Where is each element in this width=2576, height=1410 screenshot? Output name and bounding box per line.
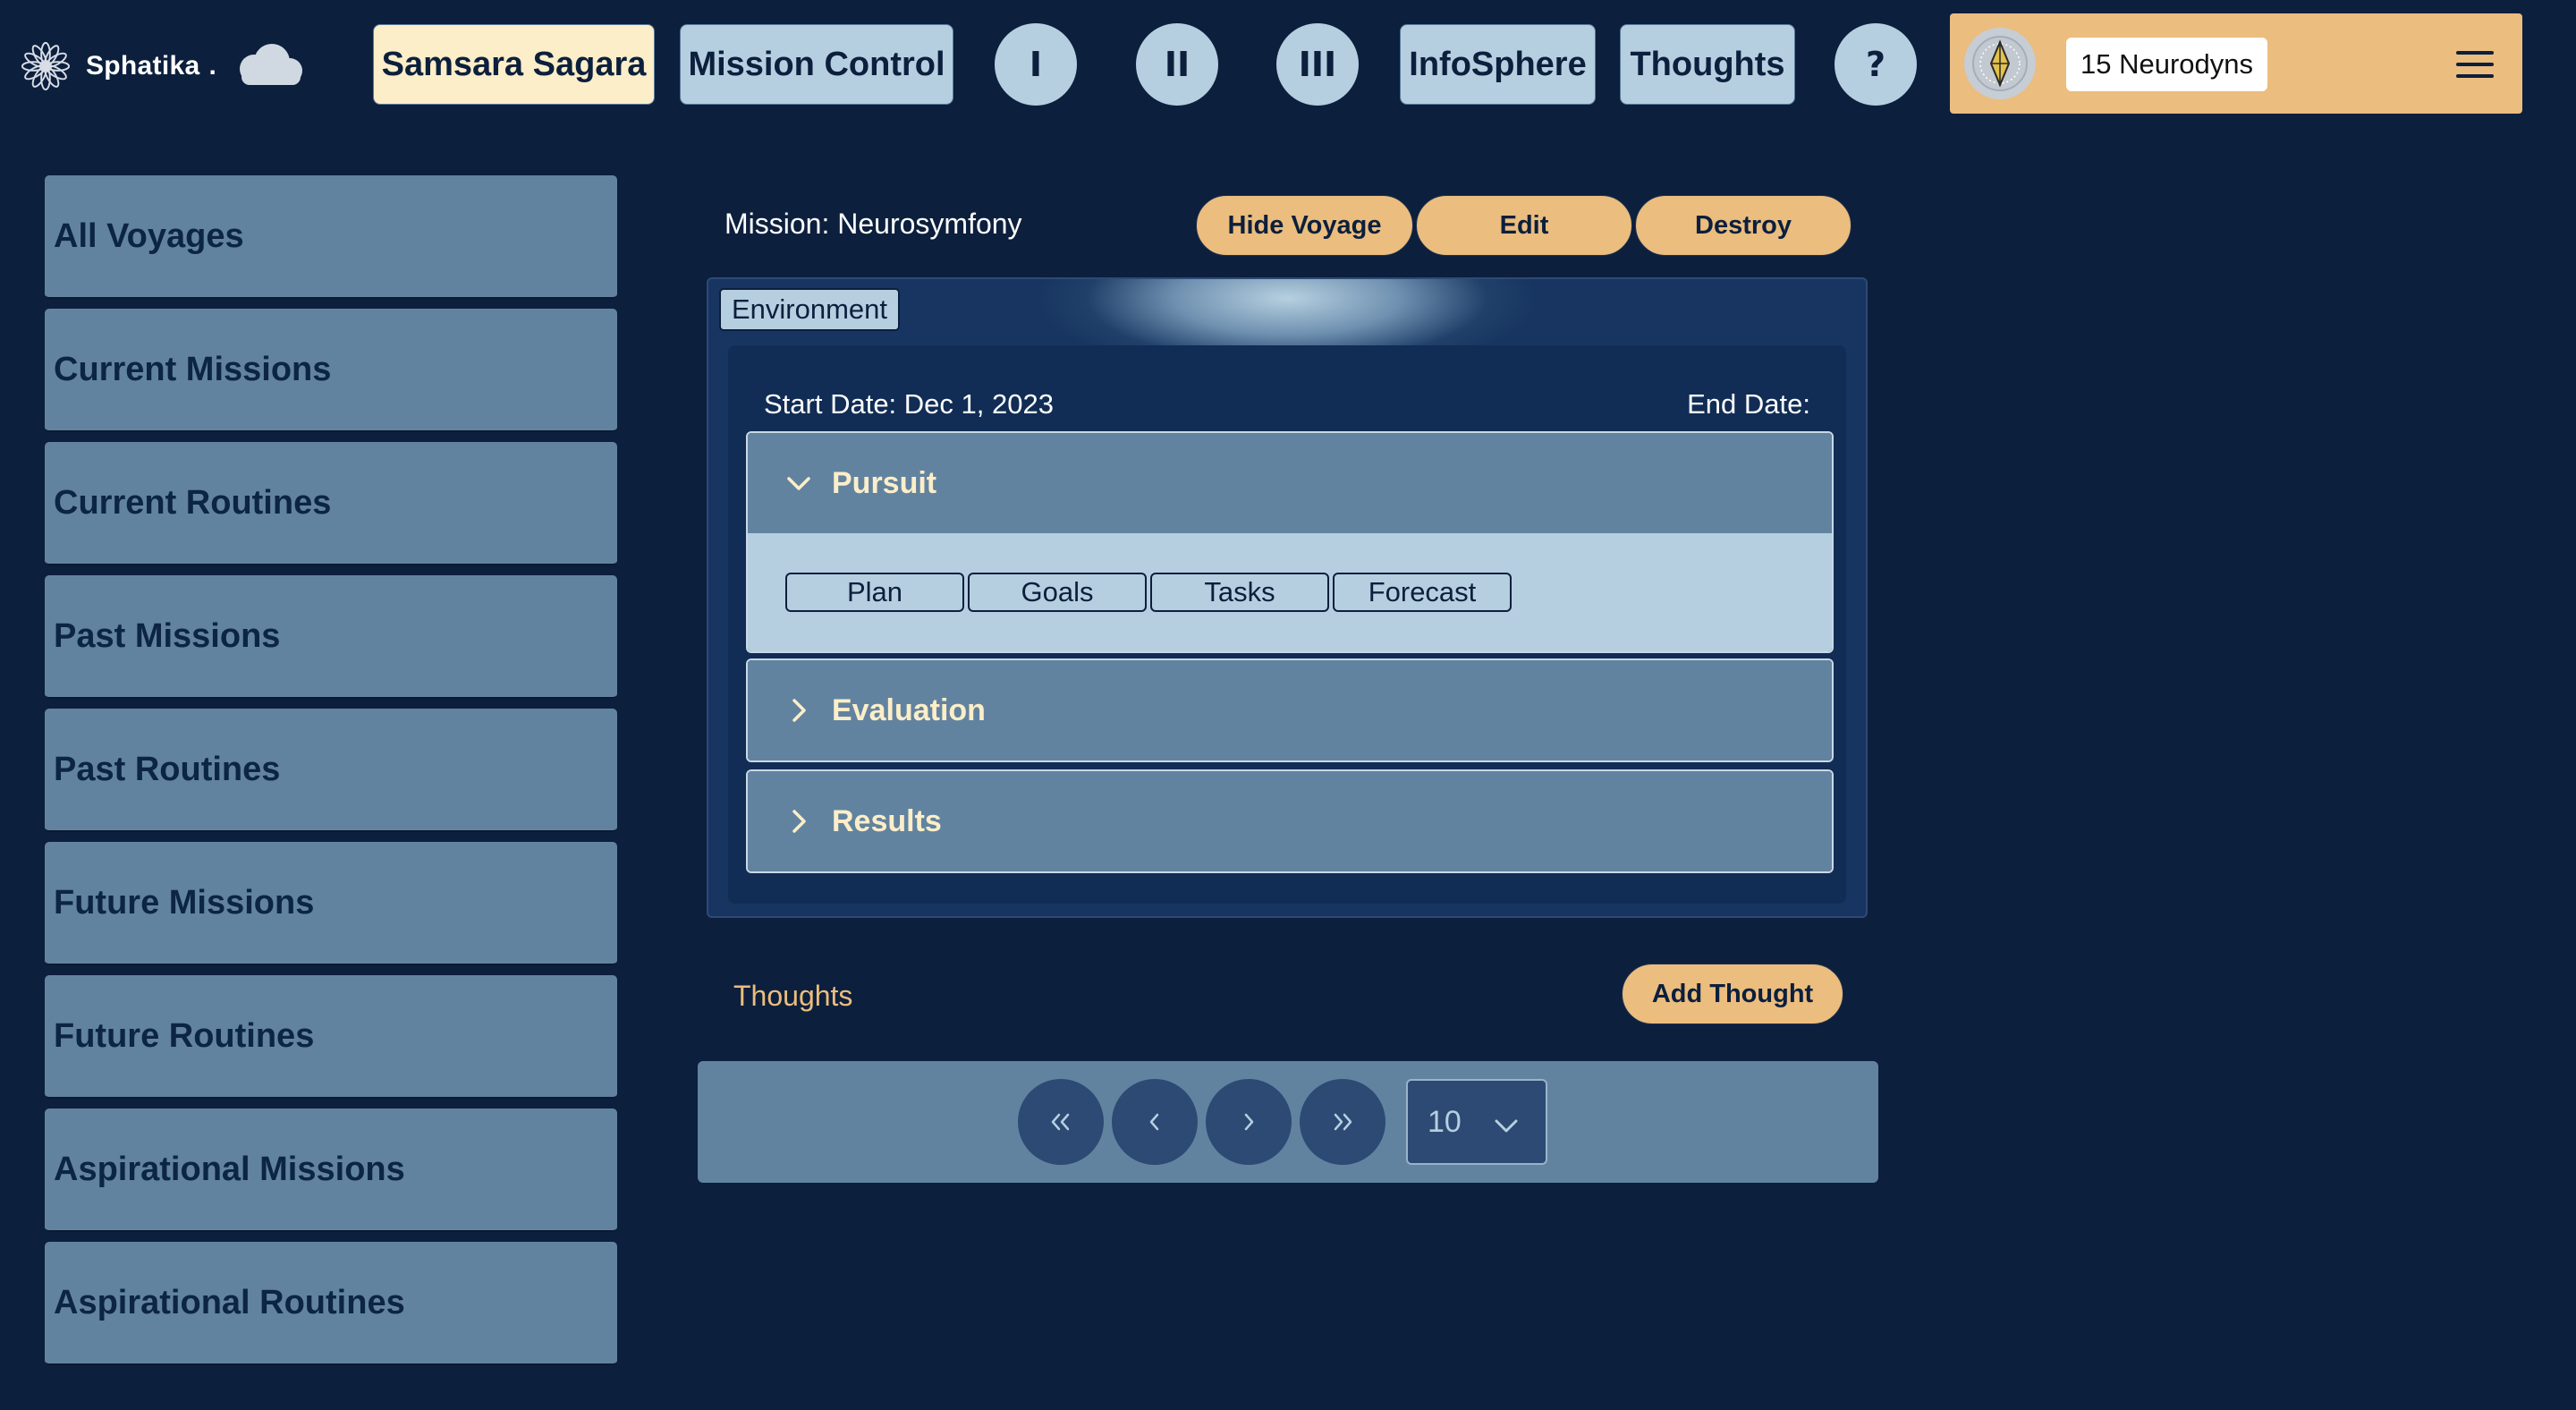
edit-button[interactable]: Edit xyxy=(1416,195,1632,256)
page-size-value: 10 xyxy=(1428,1104,1462,1139)
environment-tab[interactable]: Environment xyxy=(719,288,901,331)
last-page-button[interactable] xyxy=(1300,1079,1385,1165)
accordion-pursuit: Pursuit Plan Goals Tasks Forecast xyxy=(746,431,1834,653)
pagination-bar: 10 xyxy=(698,1061,1878,1183)
crystal-avatar-icon[interactable] xyxy=(1964,28,2036,99)
accordion-header-evaluation[interactable]: Evaluation xyxy=(748,660,1832,760)
nav-level-1[interactable]: I xyxy=(995,23,1077,106)
tab-forecast[interactable]: Forecast xyxy=(1333,573,1512,612)
lotus-flower-icon xyxy=(21,41,71,91)
start-date: Start Date: Dec 1, 2023 xyxy=(764,388,1054,420)
accordion-label-evaluation: Evaluation xyxy=(832,692,986,727)
accordion-results: Results xyxy=(746,769,1834,873)
chevron-right-icon xyxy=(792,810,806,833)
brand-name: Sphatika xyxy=(86,51,200,81)
tab-goals[interactable]: Goals xyxy=(968,573,1147,612)
chevron-right-icon xyxy=(792,699,806,722)
sidebar-item-all-voyages[interactable]: All Voyages xyxy=(45,175,617,299)
nav-level-2[interactable]: II xyxy=(1136,23,1218,106)
sidebar-item-future-missions[interactable]: Future Missions xyxy=(45,842,617,965)
neurodyn-balance: 15 Neurodyns xyxy=(2066,38,2268,91)
sidebar-item-current-routines[interactable]: Current Routines xyxy=(45,442,617,565)
add-thought-button[interactable]: Add Thought xyxy=(1622,964,1843,1024)
environment-content: Start Date: Dec 1, 2023 End Date: Pursui… xyxy=(728,345,1846,904)
double-chevron-right-icon xyxy=(1334,1113,1352,1131)
sidebar-item-current-missions[interactable]: Current Missions xyxy=(45,309,617,432)
tab-plan[interactable]: Plan xyxy=(785,573,964,612)
destroy-button[interactable]: Destroy xyxy=(1635,195,1852,256)
user-panel: 15 Neurodyns xyxy=(1950,13,2522,114)
nav-thoughts[interactable]: Thoughts xyxy=(1620,24,1795,105)
nav-mission-control[interactable]: Mission Control xyxy=(680,24,953,105)
accordion-header-results[interactable]: Results xyxy=(748,771,1832,871)
hamburger-menu-icon[interactable] xyxy=(2453,42,2497,87)
accordion-label-results: Results xyxy=(832,803,942,838)
sidebar-item-aspirational-missions[interactable]: Aspirational Missions xyxy=(45,1108,617,1232)
chevron-left-icon xyxy=(1149,1113,1159,1131)
nav-infosphere[interactable]: InfoSphere xyxy=(1400,24,1596,105)
accordion-label-pursuit: Pursuit xyxy=(832,465,937,500)
mission-title: Mission: Neurosymfony xyxy=(724,208,1022,240)
sidebar-item-future-routines[interactable]: Future Routines xyxy=(45,975,617,1099)
hide-voyage-button[interactable]: Hide Voyage xyxy=(1196,195,1413,256)
cloud-icon xyxy=(239,44,302,85)
sidebar-item-past-missions[interactable]: Past Missions xyxy=(45,575,617,699)
thoughts-heading: Thoughts xyxy=(733,980,853,1012)
tab-tasks[interactable]: Tasks xyxy=(1150,573,1329,612)
nav-samsara-sagara[interactable]: Samsara Sagara xyxy=(373,24,655,105)
accordion-header-pursuit[interactable]: Pursuit xyxy=(748,433,1832,533)
accordion-evaluation: Evaluation xyxy=(746,658,1834,762)
environment-panel: Environment Start Date: Dec 1, 2023 End … xyxy=(707,277,1868,918)
brand-dot: . xyxy=(208,51,216,81)
sidebar-item-past-routines[interactable]: Past Routines xyxy=(45,709,617,832)
chevron-down-icon xyxy=(787,477,810,490)
brand[interactable]: Sphatika . xyxy=(20,36,309,97)
app-root: Sphatika . Samsara Sagara Mission Contro… xyxy=(0,0,2576,1410)
help-button[interactable]: ? xyxy=(1835,23,1917,106)
double-chevron-left-icon xyxy=(1051,1113,1070,1131)
previous-page-button[interactable] xyxy=(1112,1079,1198,1165)
next-page-button[interactable] xyxy=(1206,1079,1292,1165)
page-size-select[interactable]: 10 xyxy=(1406,1079,1547,1165)
chevron-right-icon xyxy=(1244,1113,1254,1131)
chevron-down-icon xyxy=(1495,1119,1518,1133)
first-page-button[interactable] xyxy=(1018,1079,1104,1165)
nav-level-3[interactable]: III xyxy=(1276,23,1359,106)
pursuit-body: Plan Goals Tasks Forecast xyxy=(748,533,1832,651)
end-date: End Date: xyxy=(1687,388,1810,420)
sidebar-item-aspirational-routines[interactable]: Aspirational Routines xyxy=(45,1242,617,1365)
